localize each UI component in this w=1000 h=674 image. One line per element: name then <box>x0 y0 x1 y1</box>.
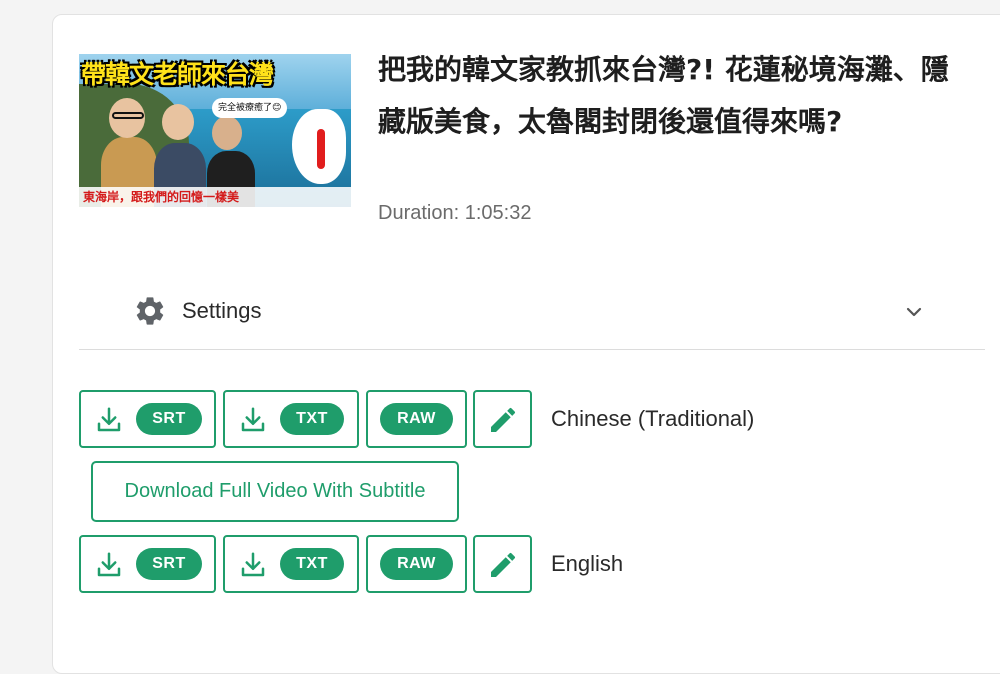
language-label-chinese: Chinese (Traditional) <box>551 406 755 431</box>
download-icon <box>241 407 265 432</box>
settings-label: Settings <box>182 298 262 323</box>
settings-toggle[interactable]: Settings <box>79 282 985 350</box>
edit-button-chinese[interactable] <box>473 390 532 448</box>
txt-label: TXT <box>280 403 344 435</box>
thumbnail-title-text: 帶韓文老師來台灣 <box>81 60 274 89</box>
gear-icon <box>136 297 164 325</box>
video-duration: Duration: 1:05:32 <box>378 202 532 224</box>
thumbnail-caption: 東海岸，跟我們的回憶一樣美 <box>79 187 351 207</box>
download-txt-button-english[interactable]: TXT <box>223 535 359 593</box>
srt-label: SRT <box>136 403 202 435</box>
raw-label: RAW <box>380 403 453 435</box>
download-icon <box>241 552 265 577</box>
srt-label: SRT <box>136 548 202 580</box>
download-txt-button-chinese[interactable]: TXT <box>223 390 359 448</box>
language-label-english: English <box>551 551 624 576</box>
pencil-icon <box>491 407 516 432</box>
download-icon <box>97 407 121 432</box>
download-raw-button-chinese[interactable]: RAW <box>366 390 467 448</box>
thumbnail-speech-bubble: 完全被療癒了😊 <box>212 98 288 118</box>
download-raw-button-english[interactable]: RAW <box>366 535 467 593</box>
txt-label: TXT <box>280 548 344 580</box>
chevron-down-icon <box>906 307 922 317</box>
raw-label: RAW <box>380 548 453 580</box>
download-full-video-button[interactable]: Download Full Video With Subtitle <box>91 461 459 522</box>
download-srt-button-chinese[interactable]: SRT <box>79 390 216 448</box>
pencil-icon <box>491 552 516 577</box>
download-icon <box>97 552 121 577</box>
video-thumbnail: 帶韓文老師來台灣 完全被療癒了😊 東海岸，跟我們的回憶一樣美 <box>79 54 351 207</box>
download-srt-button-english[interactable]: SRT <box>79 535 216 593</box>
video-title: 把我的韓文家教抓來台灣?! 花蓮秘境海灘、隱藏版美食，太魯閣封閉後還值得來嗎? <box>378 53 949 138</box>
edit-button-english[interactable] <box>473 535 532 593</box>
